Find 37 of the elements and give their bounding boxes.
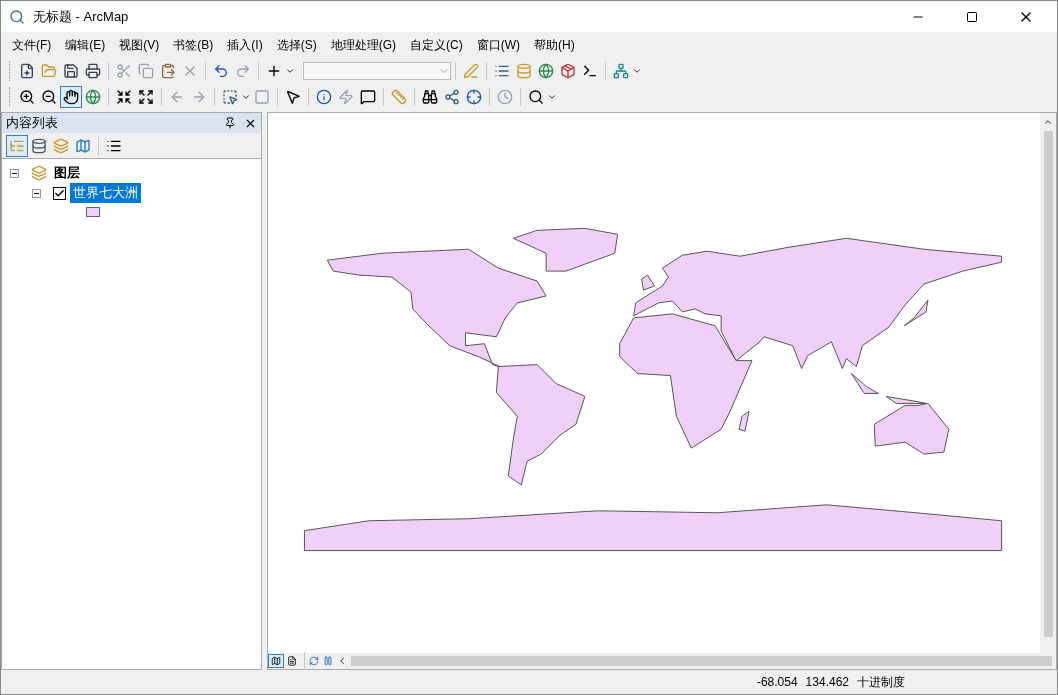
- coordinate-units: 十进制度: [857, 674, 905, 691]
- window-title: 无标题 - ArcMap: [33, 7, 130, 26]
- menu-item[interactable]: 书签(B): [166, 36, 221, 54]
- x-coordinate: -68.054: [756, 674, 798, 691]
- y-coordinate: 134.462: [805, 674, 849, 691]
- menu-item[interactable]: 地理处理(G): [323, 36, 403, 54]
- toolbar-options-icon[interactable]: [632, 66, 642, 76]
- scroll-up-icon[interactable]: [1043, 117, 1053, 127]
- toolbar-options-icon[interactable]: [547, 92, 557, 102]
- layers-icon: [31, 165, 47, 181]
- menu-item[interactable]: 编辑(E): [58, 36, 113, 54]
- list-by-drawing-order-icon[interactable]: [6, 134, 28, 157]
- pan-hand-icon[interactable]: [60, 86, 82, 108]
- menu-item[interactable]: 选择(S): [269, 36, 324, 54]
- data-view-tab[interactable]: [268, 654, 284, 668]
- collapse-toggle[interactable]: [32, 188, 41, 198]
- horizontal-scrollbar[interactable]: [351, 656, 1052, 666]
- symbol-swatch[interactable]: [86, 207, 100, 217]
- data-frame-name[interactable]: 图层: [51, 163, 83, 183]
- menu-item[interactable]: 自定义(C): [403, 36, 470, 54]
- refresh-icon[interactable]: [309, 656, 319, 666]
- caret-icon[interactable]: [241, 92, 251, 102]
- layer-name[interactable]: 世界七大洲: [70, 183, 141, 203]
- menu-item[interactable]: 帮助(H): [527, 36, 582, 54]
- scroll-left-icon[interactable]: [337, 656, 347, 666]
- pause-icon[interactable]: [323, 656, 333, 666]
- layer-checkbox[interactable]: [53, 186, 66, 200]
- menu-item[interactable]: 插入(I): [220, 36, 270, 54]
- collapse-toggle[interactable]: [10, 168, 19, 178]
- menu-item[interactable]: 文件(F): [5, 36, 59, 54]
- panel-title: 内容列表: [6, 114, 59, 133]
- menu-item[interactable]: 窗口(W): [469, 36, 527, 54]
- check-icon: [54, 187, 65, 199]
- maximize-icon[interactable]: [966, 10, 978, 23]
- caret-icon[interactable]: [285, 66, 295, 76]
- pin-icon[interactable]: [224, 117, 236, 129]
- menu-item[interactable]: 视图(V): [112, 36, 167, 54]
